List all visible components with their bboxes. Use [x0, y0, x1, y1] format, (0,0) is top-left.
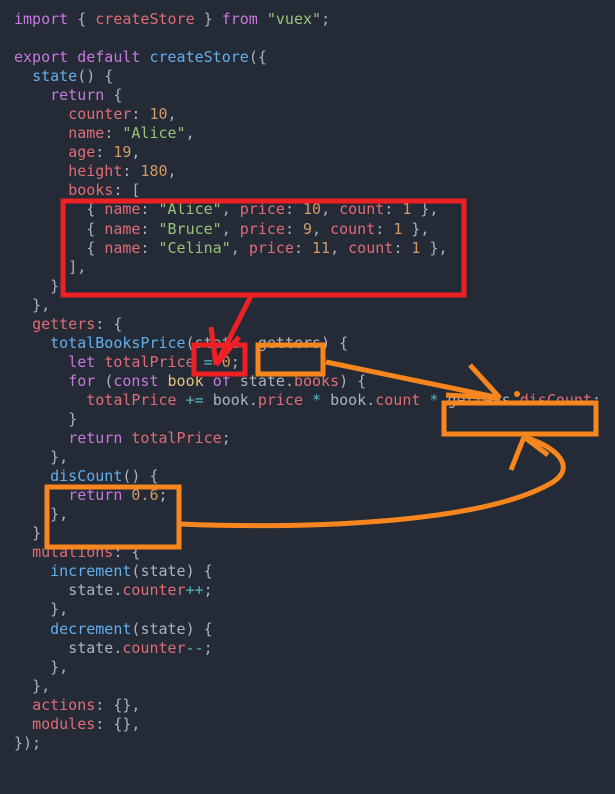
code-line: export default createStore({: [14, 48, 267, 67]
code-line: totalBooksPrice(state, getters) {: [50, 333, 349, 352]
code-line: },: [32, 676, 51, 695]
code-line: let totalPrice = 0;: [68, 352, 240, 371]
code-line: for (const book of state.books) {: [68, 371, 367, 390]
code-line: state.counter++;: [68, 581, 213, 600]
code-line: totalPrice += book.price * book.count * …: [86, 390, 602, 409]
code-line: },: [50, 600, 69, 619]
code-line: { name: "Celina", price: 11, count: 1 },: [86, 238, 448, 257]
source-code-block[interactable]: import { createStore } from "vuex"; expo…: [0, 0, 615, 753]
code-line: },: [50, 448, 69, 467]
code-line: { name: "Bruce", price: 9, count: 1 },: [86, 219, 430, 238]
code-line: age: 19,: [68, 143, 141, 162]
code-line: },: [50, 505, 69, 524]
code-editor-screenshot: import { createStore } from "vuex"; expo…: [0, 0, 615, 794]
code-line: { name: "Alice", price: 10, count: 1 },: [86, 200, 439, 219]
code-line: name: "Alice",: [68, 124, 195, 143]
code-line: decrement(state) {: [50, 619, 213, 638]
code-line: ],: [68, 257, 87, 276]
code-line: height: 180,: [68, 162, 177, 181]
code-line: books: [: [68, 181, 141, 200]
code-line: getters: {: [32, 314, 123, 333]
code-line: },: [50, 657, 69, 676]
code-line: };: [50, 276, 69, 295]
code-line: return 0.6;: [68, 486, 168, 505]
code-line: actions: {},: [32, 695, 141, 714]
code-line: });: [14, 733, 42, 752]
code-line: state.counter--;: [68, 638, 213, 657]
code-line: counter: 10,: [68, 105, 177, 124]
code-line: disCount() {: [50, 467, 159, 486]
code-line: increment(state) {: [50, 562, 213, 581]
code-line: },: [32, 295, 51, 314]
code-line: }: [68, 409, 78, 428]
code-line: },: [32, 524, 51, 543]
code-line: state() {: [32, 67, 114, 86]
code-line: mutations: {: [32, 543, 141, 562]
code-line: modules: {},: [32, 714, 141, 733]
code-line: return {: [50, 86, 123, 105]
code-line: import { createStore } from "vuex";: [14, 10, 331, 28]
code-line: return totalPrice;: [68, 429, 231, 448]
